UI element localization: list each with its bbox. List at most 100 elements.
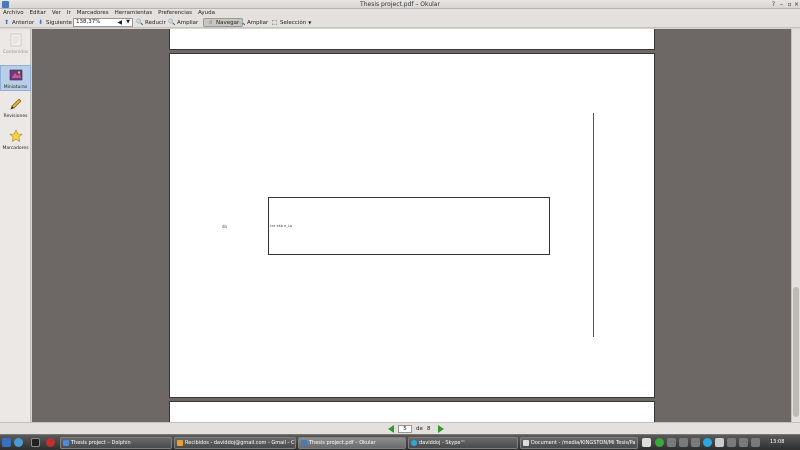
arrow-up-icon: ⬆ [3,19,10,26]
taskbar: Thesis project – Dolphin Recibidos - dav… [0,434,800,450]
selection-tool-button[interactable]: ⬚ Selección ▼ [271,18,312,27]
sidebar: Contenidos Miniaturas Revisiones Marcado… [0,29,31,422]
main-toolbar: ⬆ Anterior ⬇ Siguiente 138,37% ◀ ▼ 🔍 Red… [0,17,800,28]
browser-launcher-icon[interactable] [14,438,23,447]
page-previous [169,29,655,50]
page-number-input[interactable]: 5 [398,425,412,433]
page-navigation-bar: 5 de 8 [0,422,800,434]
task-label: Thesis project.pdf – Okular [309,440,376,446]
page-current: dn cre ekb e_Lq [169,53,655,398]
kde-menu-icon[interactable] [2,438,11,447]
network-tray-icon[interactable] [667,438,676,447]
previous-page-button[interactable]: ⬆ Anterior [3,18,34,27]
chevron-down-icon[interactable]: ▼ [126,19,130,26]
menu-marcadores[interactable]: Marcadores [77,9,109,17]
taskbar-clock[interactable]: 13:08 [770,438,784,447]
sidebar-item-contents[interactable]: Contenidos [0,33,31,55]
close-button[interactable]: × [793,1,800,8]
document-icon [523,440,529,446]
next-page-arrow-icon[interactable] [438,425,444,433]
menu-editar[interactable]: Editar [30,9,46,17]
menu-bar: Archivo Editar Ver Ir Marcadores Herrami… [0,9,800,17]
skype-icon [411,440,417,446]
sidebar-item-bookmarks[interactable]: Marcadores [0,129,31,151]
page-of-label: de [416,426,423,432]
skype-tray-icon[interactable] [703,438,712,447]
contents-icon [10,33,21,47]
menu-herramientas[interactable]: Herramientas [115,9,152,17]
task-okular[interactable]: Thesis project.pdf – Okular [298,437,406,449]
wifi-tray-icon[interactable] [739,438,748,447]
maximize-button[interactable]: ▫ [786,1,793,8]
pencil-icon [10,98,21,110]
arrow-down-icon: ⬇ [37,19,44,26]
figure-box-label: cre ekb e_Lq [270,224,293,228]
task-label: Recibidos - daviddoj@gmail.com - Gmail -… [185,440,295,446]
sidebar-label: Marcadores [2,146,29,151]
zoom-combobox[interactable]: 138,37% ◀ ▼ [73,18,133,27]
title-bar[interactable]: Thesis project.pdf – Okular ? – ▫ × [0,0,800,9]
browser-icon [177,440,183,446]
menu-ayuda[interactable]: Ayuda [198,9,215,17]
zoom-out-button[interactable]: 🔍 Reducir [136,18,166,27]
magnify-tool-button[interactable]: 🔍 Ampliar [238,18,268,27]
minimize-button[interactable]: – [778,1,785,8]
browse-label: Navegar [216,19,240,26]
next-label: Siguiente [46,19,72,26]
clipboard-tray-icon[interactable] [642,438,651,447]
folder-icon [63,440,69,446]
task-skype[interactable]: daviddoj - Skype™ [408,437,518,449]
selection-label: Selección [280,19,307,26]
zoom-in-icon: 🔍 [168,19,176,26]
terminal-launcher-icon[interactable] [31,438,40,447]
hand-icon: ☝ [208,19,213,26]
vertical-scrollbar[interactable] [791,29,800,422]
previous-label: Anterior [12,19,35,26]
help-icon[interactable]: ? [770,1,777,8]
sidebar-label: Miniaturas [3,85,28,90]
menu-preferencias[interactable]: Preferencias [158,9,192,17]
next-page-button[interactable]: ⬇ Siguiente [37,18,72,27]
page-next [169,401,655,422]
zoom-out-icon: 🔍 [136,19,144,26]
chevron-down-icon[interactable]: ▼ [308,20,311,25]
power-tray-icon[interactable] [727,438,736,447]
zoom-value: 138,37% [76,19,101,25]
okular-icon [301,440,307,446]
menu-ir[interactable]: Ir [67,9,71,17]
volume-tray-icon[interactable] [691,438,700,447]
task-gmail[interactable]: Recibidos - daviddoj@gmail.com - Gmail -… [174,437,296,449]
previous-page-arrow-icon[interactable] [388,425,394,433]
total-pages-label: 8 [427,426,431,432]
zoom-out-label: Reducir [145,19,166,26]
bluetooth-tray-icon[interactable] [679,438,688,447]
sidebar-item-thumbnails[interactable]: Miniaturas [0,65,31,91]
thumbnails-icon [9,69,22,81]
clear-field-icon[interactable]: ◀ [117,19,122,26]
selection-icon: ⬚ [271,19,278,26]
magnifier-icon: 🔍 [238,19,246,26]
task-label: Document - /media/KINGSTON/Mi Tesis/Pa [531,440,636,446]
sidebar-label: Contenidos [2,50,29,55]
zoom-in-button[interactable]: 🔍 Ampliar [168,18,198,27]
sidebar-item-reviews[interactable]: Revisiones [0,97,31,119]
check-tray-icon[interactable] [655,438,664,447]
app-launcher-icon[interactable] [46,438,55,447]
task-label: Thesis project – Dolphin [71,440,131,446]
task-document[interactable]: Document - /media/KINGSTON/Mi Tesis/Pa [520,437,638,449]
page-vertical-line [593,113,594,337]
menu-archivo[interactable]: Archivo [3,9,24,17]
sidebar-label: Revisiones [3,114,28,119]
zoom-in-label: Ampliar [177,19,199,26]
display-tray-icon[interactable] [715,438,724,447]
magnify-label: Ampliar [247,19,269,26]
battery-tray-icon[interactable] [751,438,760,447]
page-small-label: dn [222,224,228,229]
task-dolphin[interactable]: Thesis project – Dolphin [60,437,172,449]
document-view[interactable]: dn cre ekb e_Lq [32,29,791,422]
scrollbar-thumb[interactable] [793,287,799,417]
star-icon [8,129,23,143]
task-label: daviddoj - Skype™ [419,440,466,446]
page-figure-box: cre ekb e_Lq [268,197,550,255]
menu-ver[interactable]: Ver [52,9,61,17]
